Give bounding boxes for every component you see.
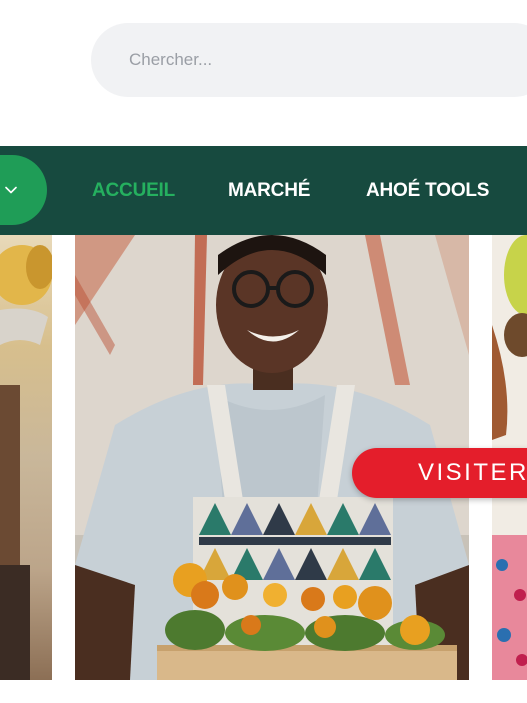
- visit-button[interactable]: VISITER: [352, 448, 527, 498]
- carousel-slide-previous[interactable]: [0, 235, 52, 680]
- slide-previous-image: [0, 245, 52, 680]
- nav-item-ahoe-tools[interactable]: AHOÉ TOOLS: [366, 146, 489, 235]
- search-input[interactable]: [129, 50, 509, 70]
- search-bar[interactable]: [91, 23, 527, 97]
- page: ACCUEIL MARCHÉ AHOÉ TOOLS: [0, 0, 527, 703]
- menu-toggle-button[interactable]: [0, 155, 47, 225]
- chevron-down-icon: [5, 186, 17, 194]
- nav-item-marche[interactable]: MARCHÉ: [228, 146, 310, 235]
- main-nav: ACCUEIL MARCHÉ AHOÉ TOOLS: [0, 146, 527, 235]
- hero-carousel: VISITER: [0, 235, 527, 680]
- nav-item-accueil[interactable]: ACCUEIL: [92, 146, 175, 235]
